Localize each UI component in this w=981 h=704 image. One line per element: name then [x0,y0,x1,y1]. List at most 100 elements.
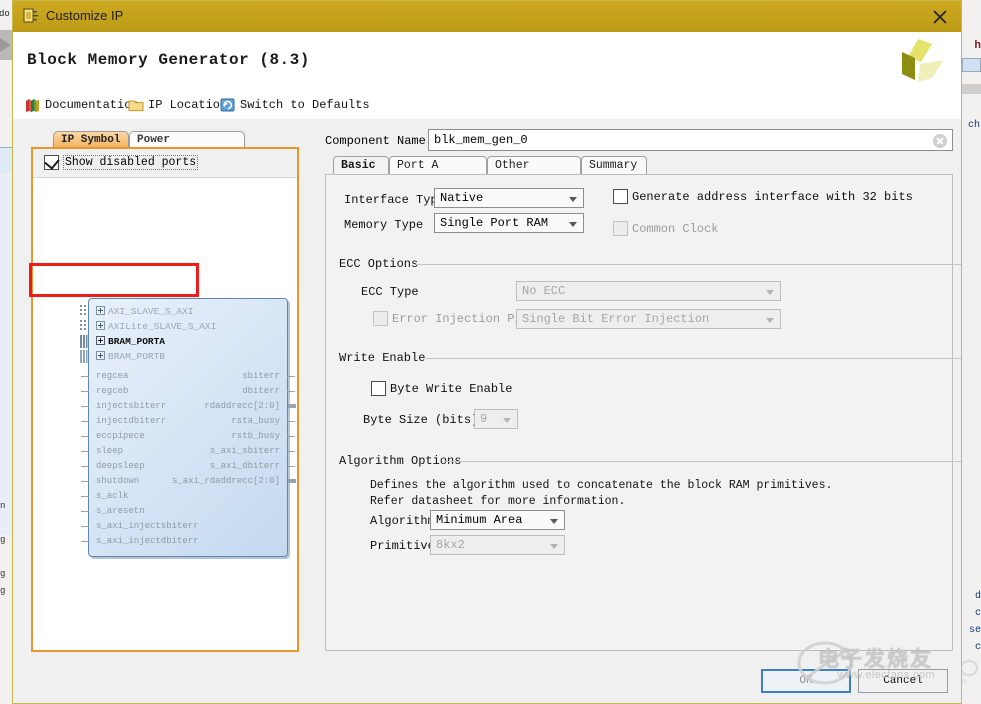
switch-to-defaults-button[interactable]: Switch to Defaults [220,95,370,115]
xilinx-logo [888,36,948,88]
pin-wire [81,421,89,422]
basic-tab-body: Interface Type Native Memory Type Single… [325,174,953,651]
pin-regceb: regceb [96,387,128,396]
pin-injectdbiterr: injectdbiterr [96,417,166,426]
byte-size-dropdown[interactable]: 9 [474,409,518,429]
pin-wire [287,391,295,392]
checkmark-icon [44,154,59,170]
common-clock-checkbox [613,221,628,236]
pin-s-axi-sbiterr: s_axi_sbiterr [210,447,280,456]
close-icon[interactable] [929,6,951,28]
tab-other-options[interactable]: Other Options [487,156,581,175]
configuration-pane: Component Name blk_mem_gen_0 Basic Port … [318,119,953,657]
expand-plus-icon[interactable] [96,351,105,360]
bus-connector-solid [80,335,88,346]
cancel-button[interactable]: Cancel [858,669,948,693]
pin-sbiterr: sbiterr [242,372,280,381]
pin-wire [81,436,89,437]
dialog-title: Customize IP [46,8,123,23]
dialog-footer: OK Cancel [13,657,961,703]
algorithm-dropdown[interactable]: Minimum Area [430,510,565,530]
background-left-list [0,175,12,535]
expand-plus-icon[interactable] [96,306,105,315]
refresh-icon [220,97,236,113]
group-divider [444,461,961,462]
documentation-label: Documentation [45,98,139,112]
byte-size-label: Byte Size (bits) [363,413,478,427]
algorithm-label: Algorithm [370,514,435,528]
documentation-button[interactable]: Documentation [25,95,139,115]
show-disabled-ports-checkbox[interactable] [44,155,59,170]
error-injection-pins-checkbox [373,311,388,326]
generate-address-interface-checkbox[interactable] [613,189,628,204]
interface-type-dropdown[interactable]: Native [434,188,584,208]
pin-rdaddrecc: rdaddrecc[2:0] [204,402,280,411]
pin-injectsbiterr: injectsbiterr [96,402,166,411]
pin-rsta-busy: rsta_busy [231,417,280,426]
cancel-button-label: Cancel [859,675,947,687]
expand-plus-icon[interactable] [96,321,105,330]
tab-port-a-options[interactable]: Port A Options [389,156,487,175]
pin-rstb-busy: rstb_busy [231,432,280,441]
pin-sleep: sleep [96,447,123,456]
primitive-dropdown[interactable]: 8kx2 [430,535,565,555]
memory-type-dropdown[interactable]: Single Port RAM [434,213,584,233]
pin-deepsleep: deepsleep [96,462,145,471]
component-name-value: blk_mem_gen_0 [434,133,528,147]
expand-plus-icon[interactable] [96,336,105,345]
switch-to-defaults-label: Switch to Defaults [240,98,370,112]
background-left-item [0,147,12,174]
common-clock-label: Common Clock [632,222,718,236]
background-right-chars: ch [968,120,980,131]
bus-port-bram-porta: BRAM_PORTA [96,336,165,347]
background-right-bar [962,84,981,94]
customize-ip-dialog: Customize IP Block Memory Generator (8.3… [12,0,962,704]
bus-port-label: AXILite_SLAVE_S_AXI [108,321,216,332]
pin-wire [287,466,295,467]
pin-s-aresetn: s_aresetn [96,507,145,516]
ip-symbol-panel: Show disabled ports AXI_SLAVE_S_AXI [31,147,299,652]
pin-eccpipece: eccpipece [96,432,145,441]
byte-write-enable-checkbox[interactable] [371,381,386,396]
ecc-type-value: No ECC [522,284,565,298]
clear-icon[interactable] [933,134,947,148]
ecc-type-dropdown[interactable]: No ECC [516,281,781,301]
algorithm-value: Minimum Area [436,513,522,527]
bus-port-bram-portb: BRAM_PORTB [96,351,165,362]
tab-basic[interactable]: Basic [333,156,389,175]
group-divider [426,358,961,359]
dialog-content: IP Symbol Power Estimation Show disabled… [13,119,961,657]
pin-wire [81,376,89,377]
show-disabled-ports-row: Show disabled ports [33,149,297,178]
svg-text:m: m [962,678,967,686]
bus-port-label: BRAM_PORTA [108,336,165,347]
pin-dbiterr: dbiterr [242,387,280,396]
chevron-down-icon [766,290,774,295]
pin-wire [81,481,89,482]
error-injection-type-value: Single Bit Error Injection [522,312,709,326]
error-injection-type-dropdown[interactable]: Single Bit Error Injection [516,309,781,329]
ok-button[interactable]: OK [761,669,851,693]
primitive-value: 8kx2 [436,538,465,552]
pin-shutdown: shutdown [96,477,139,486]
group-divider [416,264,961,265]
component-name-input[interactable]: blk_mem_gen_0 [428,129,953,151]
ip-symbol-block: AXI_SLAVE_S_AXI AXILite_SLAVE_S_AXI [88,298,288,557]
memory-type-value: Single Port RAM [440,216,548,230]
bus-connector-dotted [80,320,88,331]
pin-wire [81,526,89,527]
tab-summary[interactable]: Summary [581,156,647,175]
background-left-arrow [0,30,12,60]
background-left-labels: nggg [0,498,5,600]
pin-wire [287,421,295,422]
pin-s-axi-dbiterr: s_axi_dbiterr [210,462,280,471]
pin-wire [81,511,89,512]
background-right-heading: h [974,40,981,52]
interface-type-value: Native [440,191,483,205]
bus-connector-dotted [80,305,88,316]
ip-location-button[interactable]: IP Location [128,95,227,115]
background-right-strip: h ch dcsec m [962,0,981,704]
pin-wire [81,406,89,407]
bus-port-label: BRAM_PORTB [108,351,165,362]
tab-ip-symbol-label: IP Symbol [61,134,120,146]
